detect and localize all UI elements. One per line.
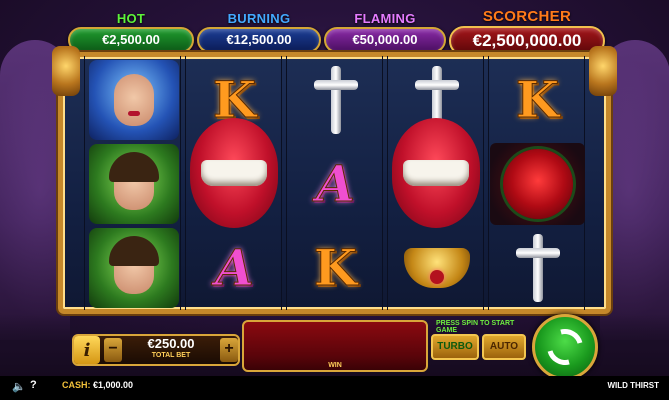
symbol-rose bbox=[489, 142, 586, 226]
game-title: WILD THIRST bbox=[607, 381, 659, 390]
jackpot-flaming: FLAMING €50,000.00 bbox=[324, 12, 446, 54]
jackpot-burning-label: BURNING bbox=[227, 11, 291, 26]
spin-arrows-icon bbox=[540, 322, 590, 372]
total-bet-label: TOTAL BET bbox=[151, 352, 191, 359]
jackpot-hot-label: HOT bbox=[116, 11, 146, 26]
cash-display: CASH: €1,000.00 bbox=[62, 380, 133, 390]
jackpot-hot: HOT €2,500.00 bbox=[68, 12, 194, 54]
symbol-k: K bbox=[313, 238, 358, 297]
reel-4 bbox=[387, 56, 484, 310]
symbol-k: K bbox=[515, 70, 560, 129]
help-button[interactable]: ? bbox=[30, 379, 37, 391]
frame-ornament-left bbox=[52, 46, 80, 96]
autoplay-button[interactable]: AUTO bbox=[482, 334, 526, 360]
cash-label: CASH: bbox=[62, 380, 91, 390]
woman-portrait-icon bbox=[88, 60, 179, 140]
spin-button[interactable] bbox=[532, 314, 598, 380]
cash-value: €1,000.00 bbox=[93, 380, 134, 390]
jackpot-hot-value: €2,500.00 bbox=[68, 27, 194, 53]
reel-1 bbox=[84, 56, 181, 310]
decrease-bet-button[interactable]: − bbox=[104, 338, 122, 362]
symbol-cross bbox=[287, 58, 384, 142]
press-spin-hint: PRESS SPIN TO START GAME bbox=[436, 320, 515, 334]
jackpot-scorcher: SCORCHER €2,500,000.00 bbox=[449, 8, 605, 56]
jackpot-flaming-value: €50,000.00 bbox=[324, 27, 446, 53]
jackpot-burning-value: €12,500.00 bbox=[197, 27, 321, 53]
frame-ornament-right bbox=[589, 46, 617, 96]
cross-icon bbox=[313, 66, 358, 134]
symbol-man-portrait bbox=[85, 226, 182, 310]
lips-icon bbox=[392, 118, 480, 228]
info-button[interactable]: i bbox=[74, 336, 100, 364]
turbo-button[interactable]: TURBO bbox=[431, 334, 479, 360]
symbol-cross bbox=[489, 226, 586, 310]
symbol-a: A bbox=[215, 238, 255, 297]
man-portrait-icon bbox=[88, 228, 179, 308]
reel-2: K A bbox=[185, 56, 282, 310]
rose-icon bbox=[502, 149, 573, 219]
man-portrait-icon bbox=[88, 144, 179, 224]
cross-icon bbox=[515, 234, 560, 302]
symbol-a: A bbox=[316, 154, 356, 213]
jackpot-scorcher-label: SCORCHER bbox=[482, 8, 572, 25]
speaker-icon[interactable]: 🔈 bbox=[12, 380, 26, 393]
total-bet-value: €250.00 bbox=[147, 336, 195, 351]
win-label: WIN bbox=[328, 362, 342, 369]
necklace-icon bbox=[403, 248, 470, 288]
jackpot-flaming-label: FLAMING bbox=[354, 11, 416, 26]
symbol-necklace bbox=[388, 226, 485, 310]
symbol-man-portrait bbox=[85, 142, 182, 226]
symbol-woman-portrait bbox=[85, 58, 182, 142]
reel-3: A K bbox=[286, 56, 383, 310]
jackpot-burning: BURNING €12,500.00 bbox=[197, 12, 321, 54]
lips-icon bbox=[190, 118, 278, 228]
increase-bet-button[interactable]: + bbox=[220, 338, 238, 362]
reel-5: K bbox=[488, 56, 585, 310]
